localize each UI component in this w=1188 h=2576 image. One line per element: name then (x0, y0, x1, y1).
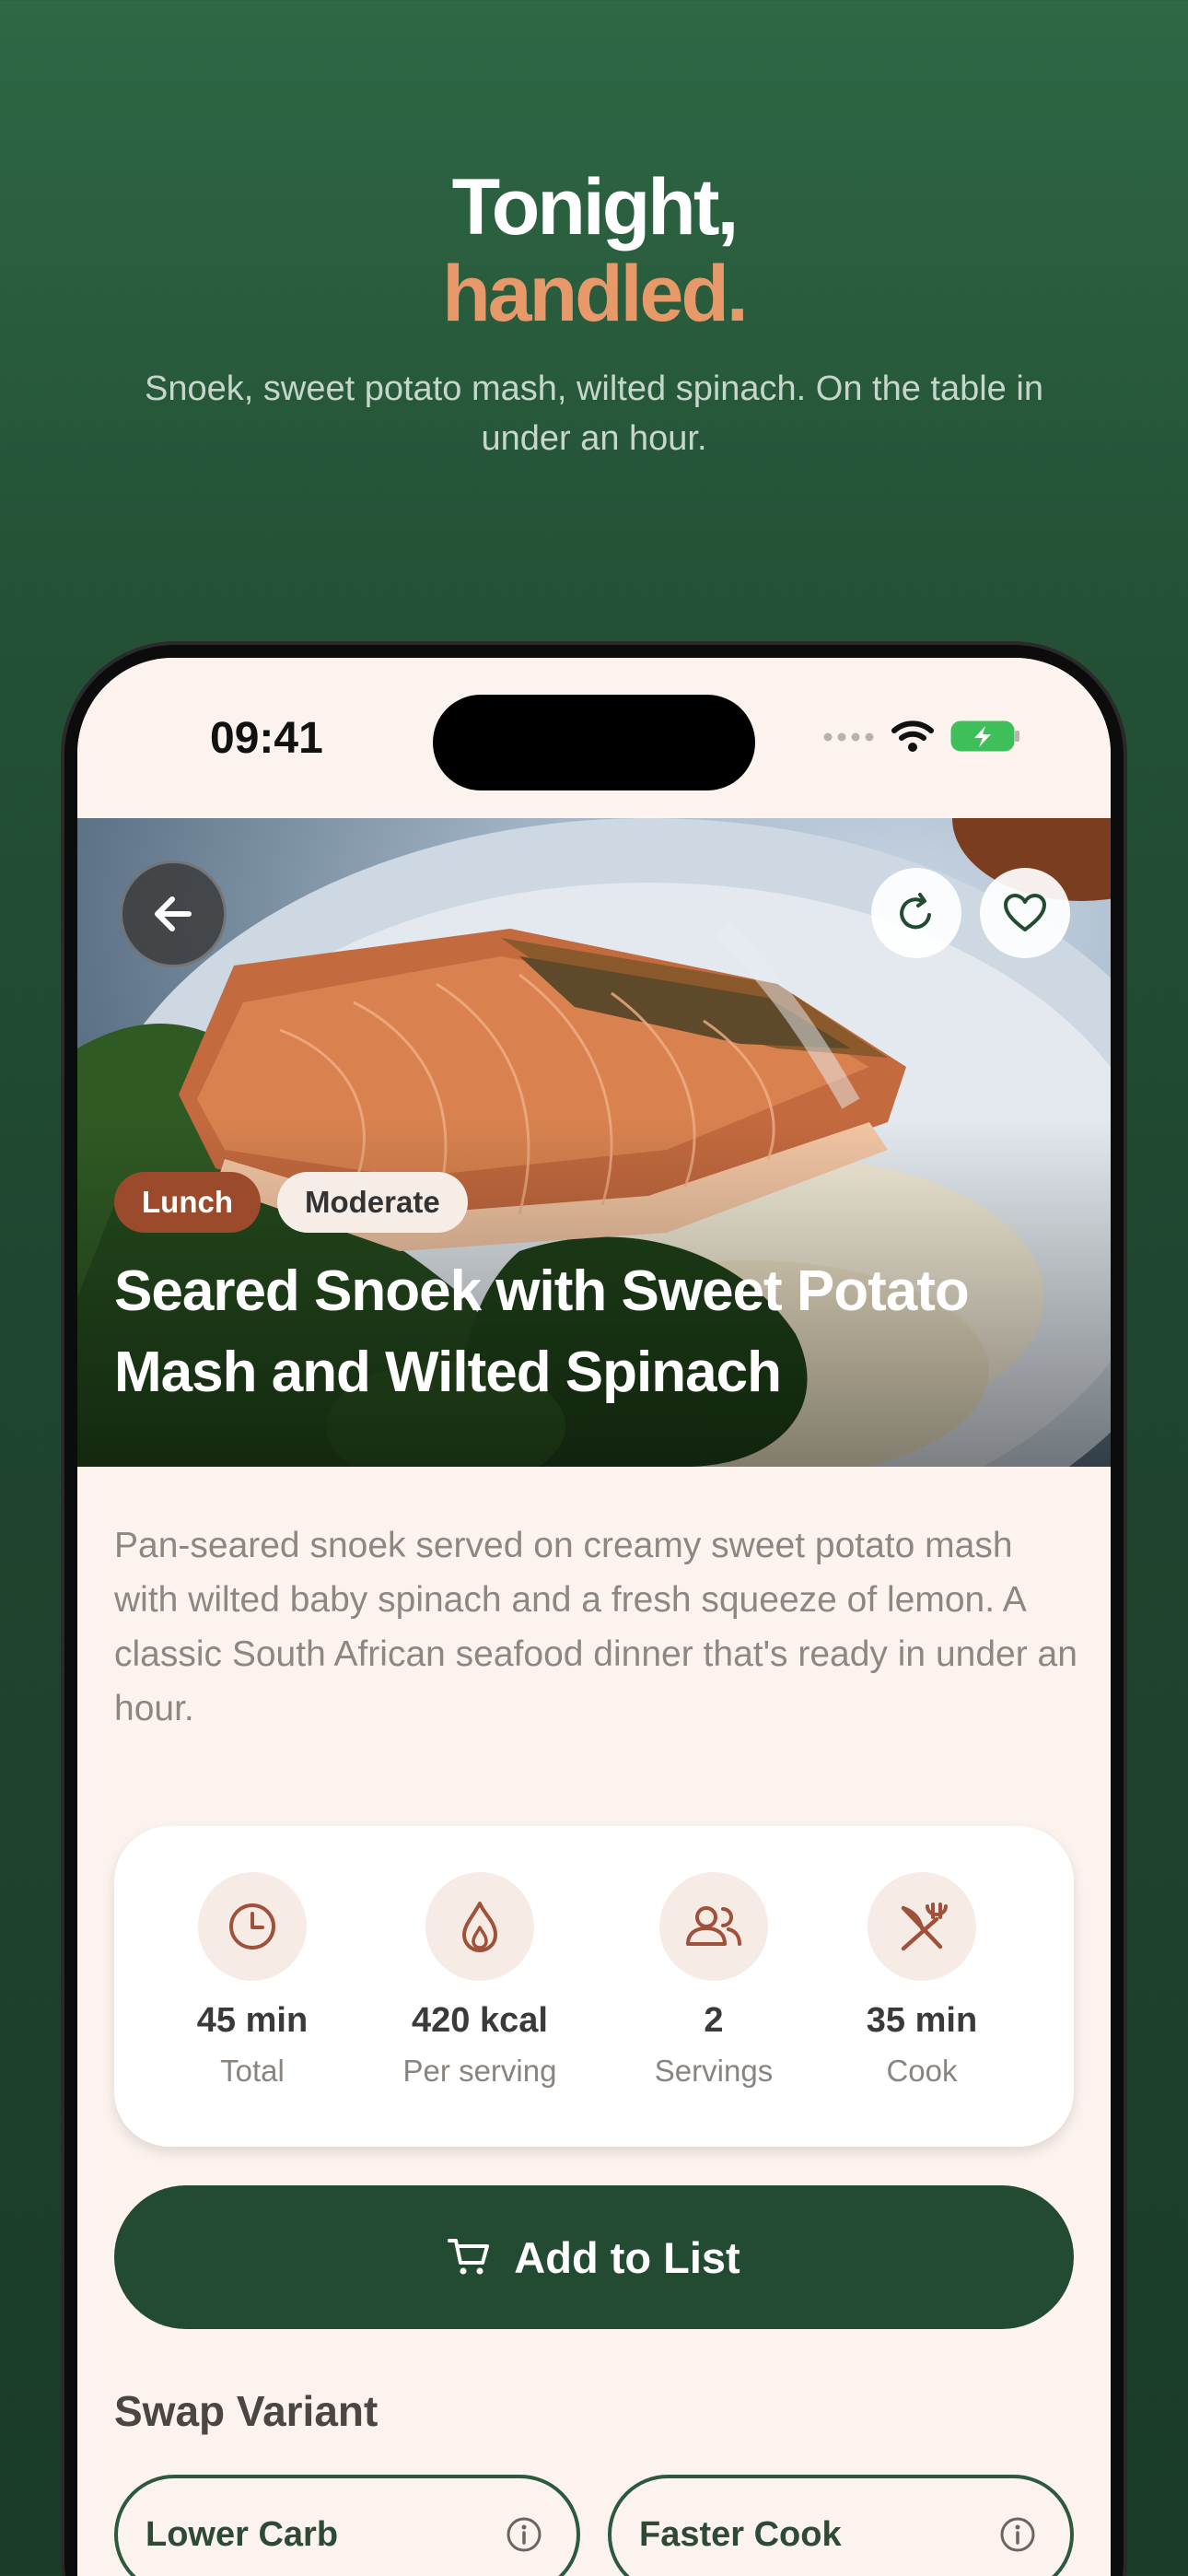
stat-total-time: 45 min Total (142, 1872, 363, 2089)
variant-label: Faster Cook (639, 2514, 842, 2554)
wifi-icon (891, 720, 934, 757)
dynamic-island (433, 695, 755, 790)
stat-value: 35 min (866, 2001, 978, 2040)
tag-difficulty: Moderate (276, 1172, 468, 1233)
stat-icon-wrap (198, 1872, 307, 1981)
phone-screen: 09:41 Lunch Moderate Seared Snoek with S… (77, 658, 1111, 2576)
recipe-stats-card: 45 min Total 420 kcal Per serving 2 Serv… (114, 1826, 1074, 2147)
stat-icon-wrap (868, 1872, 976, 1981)
arrow-left-icon (155, 896, 192, 931)
recipe-tags: Lunch Moderate (114, 1172, 468, 1233)
regenerate-button[interactable] (871, 868, 961, 958)
battery-icon (950, 719, 1022, 758)
info-icon[interactable] (505, 2515, 543, 2554)
info-icon[interactable] (998, 2515, 1037, 2554)
recipe-description: Pan-seared snoek served on creamy sweet … (114, 1526, 1077, 1728)
variant-faster-cook[interactable]: Faster Cook (608, 2475, 1074, 2576)
status-time: 09:41 (210, 714, 323, 763)
flame-icon (462, 1902, 497, 1952)
stat-value: 2 (704, 2001, 724, 2040)
headline-line-1: Tonight, (451, 163, 740, 252)
recipe-hero-image: Lunch Moderate Seared Snoek with Sweet P… (77, 818, 1111, 1467)
recipe-title: Seared Snoek with Sweet Potato Mash and … (114, 1259, 970, 1404)
status-icons (823, 719, 1022, 758)
variant-lower-carb[interactable]: Lower Carb (114, 2475, 580, 2576)
clock-icon (229, 1903, 275, 1950)
headline-line-2: handled. (442, 250, 749, 338)
promo-subtitle: Snoek, sweet potato mash, wilted spinach… (145, 369, 1043, 458)
refresh-icon (900, 893, 931, 930)
back-button[interactable] (120, 861, 227, 967)
stat-icon-wrap (659, 1872, 768, 1981)
variant-label: Lower Carb (146, 2514, 339, 2554)
favorite-button[interactable] (980, 868, 1070, 958)
stat-servings: 2 Servings (603, 1872, 824, 2089)
tag-meal-type: Lunch (114, 1172, 261, 1233)
stat-calories: 420 kcal Per serving (369, 1872, 590, 2089)
stat-label: Per serving (402, 2054, 557, 2088)
stat-label: Servings (654, 2054, 774, 2088)
stat-value: 420 kcal (412, 2001, 548, 2040)
cart-icon (448, 2239, 490, 2275)
add-to-list-label: Add to List (514, 2232, 740, 2282)
swap-variant-title: Swap Variant (114, 2387, 379, 2435)
stat-label: Cook (886, 2054, 958, 2088)
status-bar: 09:41 (77, 658, 1111, 818)
stat-label: Total (220, 2054, 285, 2088)
promo-headline: Tonight, handled. (0, 164, 1188, 337)
heart-icon (1004, 894, 1046, 931)
stat-cook-time: 35 min Cook (811, 1872, 1032, 2089)
add-to-list-button[interactable]: Add to List (114, 2185, 1074, 2329)
stat-value: 45 min (196, 2001, 309, 2040)
people-icon (686, 1906, 741, 1946)
signal-icon (823, 731, 875, 747)
stat-icon-wrap (425, 1872, 534, 1981)
utensils-icon (901, 1903, 948, 1951)
